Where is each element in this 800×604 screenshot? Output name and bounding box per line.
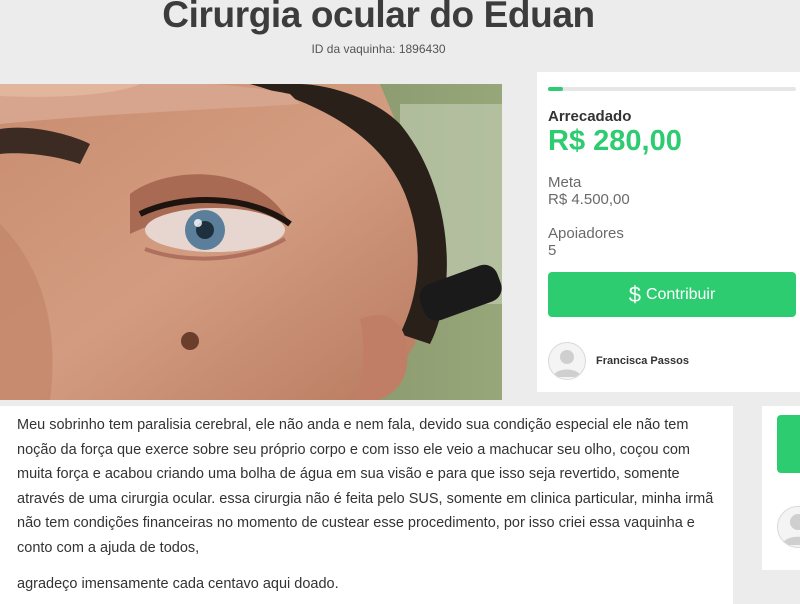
contribute-button-label: Contribuir: [645, 285, 716, 303]
page-title: Cirurgia ocular do Eduan: [162, 0, 595, 35]
description-paragraph: Meu sobrinho tem paralisia cerebral, ele…: [17, 417, 714, 556]
description-paragraph: agradeço imensamente cada centavo aqui d…: [17, 576, 339, 592]
progress-bar-fill: [548, 87, 564, 91]
contribute-button[interactable]: $ Contribuir: [548, 272, 796, 317]
donation-stats-card: Arrecadado R$ 280,00 Meta R$ 4.500,00 Ap…: [537, 72, 800, 392]
backers-value: 5: [548, 242, 557, 259]
user-avatar-icon: [548, 342, 586, 380]
raised-value: R$ 280,00: [548, 125, 682, 157]
campaign-photo: [0, 84, 502, 400]
goal-value: R$ 4.500,00: [548, 191, 630, 208]
sticky-contribute-button[interactable]: [777, 415, 800, 473]
organizer[interactable]: Francisca Passos: [548, 342, 689, 380]
campaign-description: Meu sobrinho tem paralisia cerebral, ele…: [0, 406, 733, 604]
eye-closeup-photo: [0, 84, 502, 400]
user-avatar-icon: [777, 506, 800, 548]
backers-label: Apoiadores: [548, 225, 624, 242]
goal-label: Meta: [548, 174, 582, 191]
progress-bar: [548, 87, 796, 91]
dollar-sign-icon: $: [628, 281, 641, 307]
sticky-donation-card: [762, 406, 800, 570]
campaign-id: ID da vaquinha: 1896430: [311, 42, 446, 56]
organizer-name: Francisca Passos: [596, 355, 689, 367]
raised-label: Arrecadado: [548, 108, 632, 125]
